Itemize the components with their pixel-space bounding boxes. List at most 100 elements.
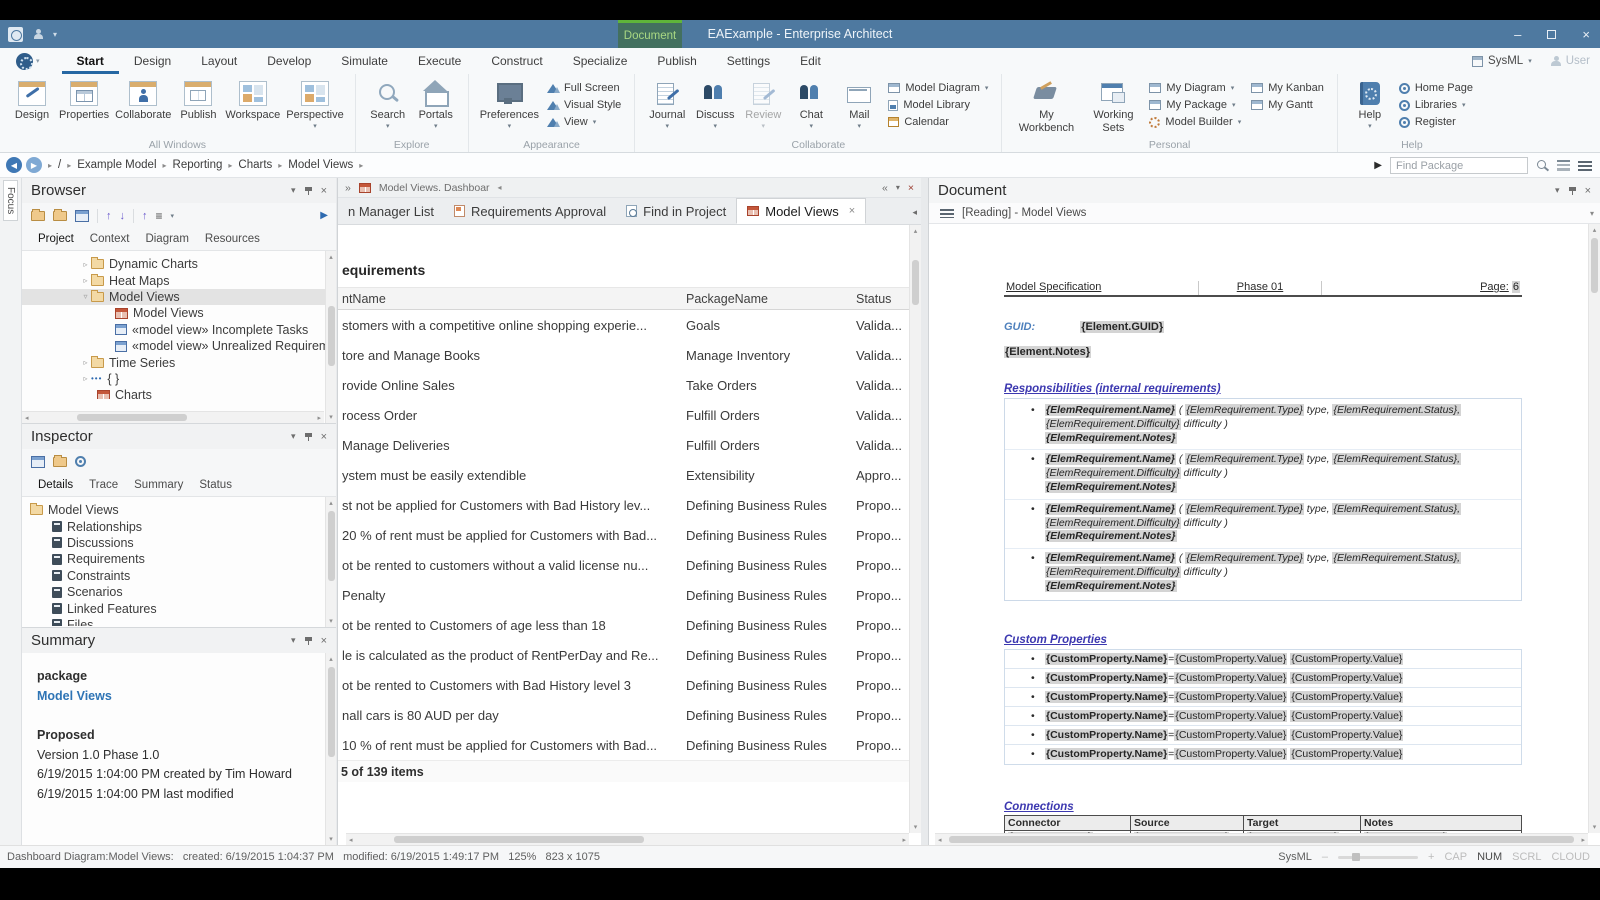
tree-item-heat-maps[interactable]: ▹Heat Maps: [22, 272, 336, 288]
hierarchy-icon[interactable]: [1557, 160, 1570, 171]
caption-dropdown-icon[interactable]: ▾: [896, 183, 900, 192]
minimize-button[interactable]: –: [1514, 27, 1521, 42]
search-button[interactable]: Search▾: [367, 79, 409, 131]
browser-dropdown-icon[interactable]: ▾: [291, 185, 296, 196]
ribbon-tab-simulate[interactable]: Simulate: [326, 48, 403, 74]
help-button[interactable]: Help▾: [1349, 79, 1391, 131]
summary-close-icon[interactable]: ×: [321, 635, 327, 647]
table-row[interactable]: ot be rented to Customers with Bad Histo…: [338, 670, 909, 700]
inspector-tab-trace[interactable]: Trace: [82, 474, 125, 496]
home-page-menu-item[interactable]: Home Page: [1399, 82, 1473, 94]
summary-dropdown-icon[interactable]: ▾: [291, 635, 296, 646]
ribbon-tab-edit[interactable]: Edit: [785, 48, 836, 74]
ribbon-tab-develop[interactable]: Develop: [252, 48, 326, 74]
tree-item-braces[interactable]: ▹•••{ }: [22, 371, 336, 387]
design-button[interactable]: Design: [11, 79, 53, 122]
maximize-button[interactable]: [1547, 30, 1556, 39]
locate-icon[interactable]: ↑: [142, 210, 148, 222]
working-sets-button[interactable]: Working Sets: [1085, 79, 1141, 134]
breadcrumb-reporting[interactable]: Reporting: [173, 159, 223, 171]
document-floating-tab[interactable]: Document: [618, 20, 682, 48]
tab-close-icon[interactable]: ×: [849, 205, 855, 217]
tree-item-incomplete-tasks[interactable]: «model view» Incomplete Tasks: [22, 322, 336, 338]
my-kanban-menu-item[interactable]: My Kanban: [1251, 82, 1324, 94]
zoom-out-icon[interactable]: –: [1322, 851, 1328, 863]
browser-expand-icon[interactable]: ▶: [320, 210, 328, 221]
breadcrumb-charts[interactable]: Charts: [238, 159, 272, 171]
tab-scroll-left-icon[interactable]: ◂: [912, 207, 917, 218]
browser-close-icon[interactable]: ×: [321, 185, 327, 197]
inspector-dropdown-icon[interactable]: ▾: [291, 431, 296, 442]
breadcrumb-root[interactable]: /: [58, 159, 61, 171]
perspective-button[interactable]: Perspective▾: [286, 79, 343, 131]
find-package-input[interactable]: [1390, 157, 1528, 174]
inspector-close-icon[interactable]: ×: [321, 431, 327, 443]
ribbon-tab-layout[interactable]: Layout: [186, 48, 252, 74]
collaborate-button[interactable]: Collaborate: [115, 79, 171, 122]
table-row[interactable]: ot be rented to customers without a vali…: [338, 550, 909, 580]
inspector-item[interactable]: Scenarios: [22, 584, 336, 600]
portals-button[interactable]: Portals▾: [415, 79, 457, 131]
tree-item-model-views-folder[interactable]: ▿Model Views: [22, 289, 336, 305]
discuss-button[interactable]: Discuss▾: [694, 79, 736, 131]
register-menu-item[interactable]: Register: [1399, 116, 1473, 128]
browser-tab-resources[interactable]: Resources: [198, 228, 267, 250]
table-row[interactable]: ot be rented to Customers of age less th…: [338, 610, 909, 640]
tab-requirements-approval[interactable]: Requirements Approval: [444, 198, 616, 224]
publish-button[interactable]: Publish: [177, 79, 219, 122]
ribbon-tab-publish[interactable]: Publish: [642, 48, 711, 74]
zoom-slider[interactable]: [1338, 856, 1418, 859]
table-row[interactable]: ystem must be easily extendible Extensib…: [338, 460, 909, 490]
nav-forward-button[interactable]: ▶: [26, 157, 42, 173]
my-package-menu-item[interactable]: My Package▾: [1149, 99, 1241, 111]
caption-close-icon[interactable]: ×: [908, 182, 914, 194]
preferences-button[interactable]: Preferences▾: [480, 79, 539, 131]
caption-label[interactable]: Model Views. Dashboar: [379, 182, 490, 194]
breadcrumb-model-views[interactable]: Model Views: [288, 159, 353, 171]
column-package-name[interactable]: PackageName: [686, 292, 856, 306]
inspector-tab-summary[interactable]: Summary: [127, 474, 190, 496]
browser-tab-project[interactable]: Project: [31, 228, 81, 250]
open-package-icon[interactable]: [53, 211, 67, 221]
tree-item-charts[interactable]: Charts: [22, 387, 336, 399]
inspector-item[interactable]: Linked Features: [22, 600, 336, 616]
reading-bar-dropdown-icon[interactable]: ▾: [1590, 209, 1594, 218]
ribbon-tab-construct[interactable]: Construct: [476, 48, 557, 74]
model-builder-menu-item[interactable]: Model Builder▾: [1149, 116, 1241, 128]
table-row[interactable]: 10 % of rent must be applied for Custome…: [338, 730, 909, 760]
inspector-tab-details[interactable]: Details: [31, 474, 80, 496]
full-screen-menu-item[interactable]: Full Screen: [547, 82, 621, 94]
document-close-icon[interactable]: ×: [1585, 185, 1591, 197]
column-status[interactable]: Status: [856, 292, 909, 306]
browser-menu-icon[interactable]: ≡: [156, 209, 163, 223]
expand-search-icon[interactable]: ▶: [1374, 160, 1382, 171]
table-row[interactable]: rocess Order Fulfill Orders Valida...: [338, 400, 909, 430]
tab-find-in-project[interactable]: Find in Project: [616, 198, 736, 224]
properties-button[interactable]: Properties: [59, 79, 109, 122]
close-button[interactable]: ×: [1582, 27, 1590, 42]
my-diagram-menu-item[interactable]: My Diagram▾: [1149, 82, 1241, 94]
user-label[interactable]: User: [1566, 55, 1590, 67]
chat-button[interactable]: Chat▾: [790, 79, 832, 131]
tree-item-unrealized-requirements[interactable]: «model view» Unrealized Requirements: [22, 338, 336, 354]
table-row[interactable]: 20 % of rent must be applied for Custome…: [338, 520, 909, 550]
libraries-menu-item[interactable]: Libraries▾: [1399, 99, 1473, 111]
table-row[interactable]: st not be applied for Customers with Bad…: [338, 490, 909, 520]
model-library-menu-item[interactable]: Model Library: [888, 99, 988, 111]
inspector-details-icon[interactable]: [31, 456, 45, 468]
inspector-sparx-icon[interactable]: [75, 456, 86, 467]
ribbon-tab-design[interactable]: Design: [119, 48, 186, 74]
center-vscrollbar[interactable]: ▴ ▾: [909, 225, 921, 833]
document-dropdown-icon[interactable]: ▾: [1555, 185, 1560, 196]
document-body[interactable]: Model Specification Phase 01 Page: 6 GUI…: [929, 224, 1588, 833]
table-row[interactable]: le is calculated as the product of RentP…: [338, 640, 909, 670]
caption-back-icon[interactable]: ◂: [498, 183, 502, 192]
model-diagram-menu-item[interactable]: Model Diagram▾: [888, 82, 988, 94]
new-package-icon[interactable]: [31, 211, 45, 221]
document-vscrollbar[interactable]: ▴ ▾: [1588, 224, 1600, 833]
center-hscrollbar[interactable]: ◂ ▸: [346, 833, 909, 845]
move-down-icon[interactable]: ↓: [120, 210, 126, 222]
ribbon-tab-settings[interactable]: Settings: [712, 48, 785, 74]
table-row[interactable]: Manage Deliveries Fulfill Orders Valida.…: [338, 430, 909, 460]
inspector-item[interactable]: Files: [22, 617, 336, 626]
